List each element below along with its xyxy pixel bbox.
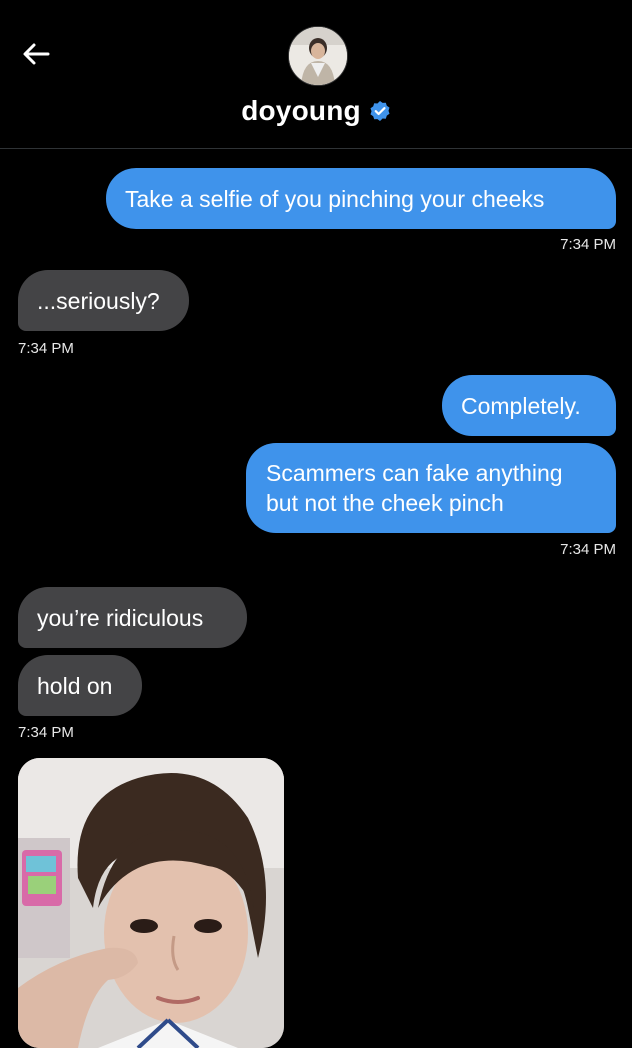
arrow-left-icon — [23, 43, 50, 65]
conversation-header: doyoung — [0, 0, 632, 149]
avatar[interactable] — [288, 26, 348, 86]
message-bubble-incoming[interactable]: hold on — [18, 655, 142, 716]
message-text: you’re ridiculous — [37, 604, 204, 631]
avatar-photo — [289, 27, 347, 85]
message-bubble-outgoing[interactable]: Take a selfie of you pinching your cheek… — [106, 168, 616, 229]
message-timestamp: 7:34 PM — [560, 236, 616, 253]
back-button[interactable] — [18, 36, 54, 72]
verified-badge-icon — [369, 100, 391, 122]
message-text-line: Scammers can fake anything — [266, 460, 563, 486]
message-timestamp: 7:34 PM — [18, 724, 74, 741]
selfie-image — [18, 758, 284, 1048]
message-text: Completely. — [461, 392, 581, 419]
message-text: hold on — [37, 672, 113, 699]
message-text: ...seriously? — [37, 287, 160, 314]
contact-name-row: doyoung — [0, 94, 632, 128]
message-text: Take a selfie of you pinching your cheek… — [125, 185, 545, 212]
message-bubble-outgoing[interactable]: Scammers can fake anything but not the c… — [246, 443, 616, 533]
message-timestamp: 7:34 PM — [560, 541, 616, 558]
message-bubble-outgoing[interactable]: Completely. — [442, 375, 616, 436]
contact-name: doyoung — [241, 95, 361, 126]
message-bubble-incoming[interactable]: you’re ridiculous — [18, 587, 247, 648]
message-photo[interactable] — [18, 758, 284, 1048]
message-text-line: but not the cheek pinch — [266, 490, 504, 516]
message-timestamp: 7:34 PM — [18, 340, 74, 357]
message-bubble-incoming[interactable]: ...seriously? — [18, 270, 189, 331]
